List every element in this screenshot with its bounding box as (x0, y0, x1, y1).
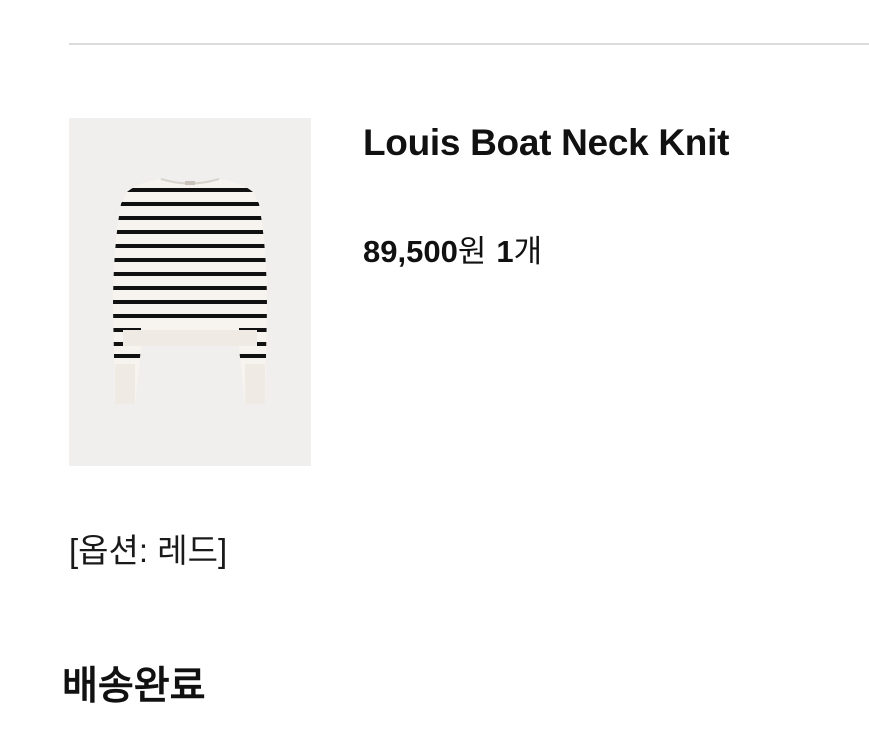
price-amount: 89,500 (363, 234, 458, 269)
option-label: [옵션: 레드] (69, 532, 228, 569)
price-quantity-line: 89,500원 1개 (363, 226, 542, 271)
top-divider (69, 43, 869, 45)
product-name[interactable]: Louis Boat Neck Knit (363, 122, 729, 164)
delivery-status: 배송완료 (62, 665, 206, 708)
price-unit: 원 (457, 234, 487, 269)
product-image[interactable] (69, 118, 311, 466)
quantity-number: 1 (496, 234, 514, 269)
striped-sweater-icon (113, 178, 267, 404)
quantity-unit: 개 (513, 234, 543, 269)
order-detail-page: Louis Boat Neck Knit 89,500원 1개 [옵션: 레드] … (0, 0, 869, 750)
